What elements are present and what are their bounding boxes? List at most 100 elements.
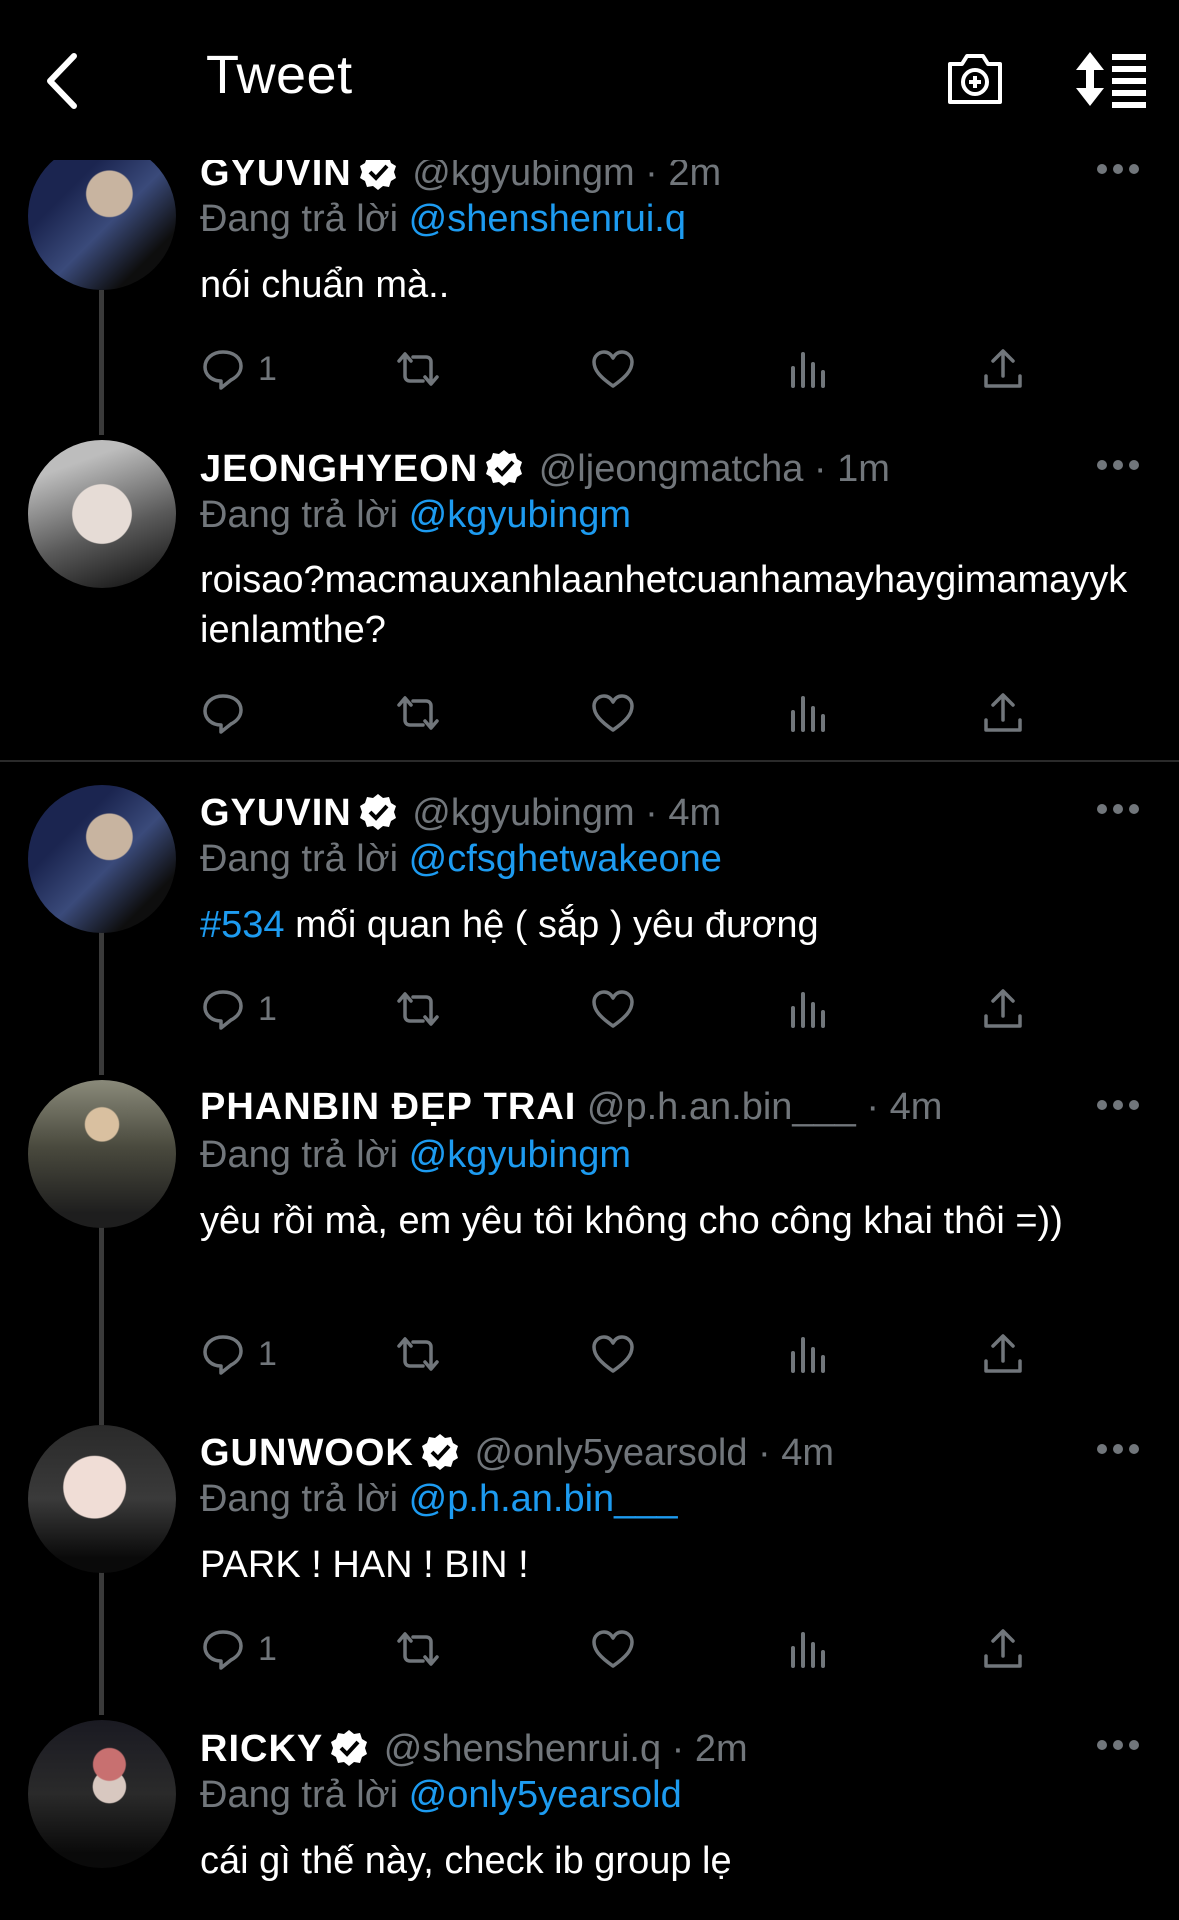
avatar[interactable]: [28, 1425, 176, 1573]
retweet-icon: [397, 1337, 439, 1371]
timestamp: 4m: [781, 1432, 835, 1474]
reply-count: 1: [258, 1629, 277, 1668]
retweet-icon: [397, 992, 439, 1026]
more-options-icon[interactable]: [1096, 1442, 1140, 1456]
tweet-actions: 1: [200, 1624, 1060, 1674]
tweet-actions: 1: [200, 984, 1060, 1034]
share-button[interactable]: [980, 984, 1026, 1034]
tweet-header: GUNWOOK @only5yearsold · 4m: [200, 1432, 835, 1474]
avatar[interactable]: [28, 1080, 176, 1228]
reply-mention-link[interactable]: @shenshenrui.q: [409, 198, 686, 240]
display-name[interactable]: GYUVIN: [200, 792, 352, 834]
retweet-button[interactable]: [395, 688, 441, 738]
retweet-button[interactable]: [395, 1624, 441, 1674]
reply-context: Đang trả lời @kgyubingm: [200, 494, 632, 536]
tweet-header: RICKY @shenshenrui.q · 2m: [200, 1728, 748, 1770]
reply-icon: [203, 990, 243, 1030]
thread-line: [99, 1570, 104, 1715]
timestamp: 1m: [837, 448, 890, 490]
tweet-actions: 1: [200, 1329, 1060, 1379]
avatar[interactable]: [28, 1720, 176, 1868]
share-button[interactable]: [980, 344, 1026, 394]
reply-button[interactable]: 1: [200, 1624, 277, 1674]
more-options-icon[interactable]: [1096, 458, 1140, 472]
back-arrow-icon[interactable]: [38, 46, 90, 116]
reply-button[interactable]: [200, 688, 258, 738]
share-button[interactable]: [980, 1624, 1026, 1674]
reply-button[interactable]: 1: [200, 984, 277, 1034]
share-button[interactable]: [980, 1329, 1026, 1379]
tweet-actions: [200, 688, 1060, 738]
reply-count: 1: [258, 989, 277, 1028]
like-button[interactable]: [590, 344, 636, 394]
share-button[interactable]: [980, 688, 1026, 738]
tweet-header: GYUVIN @kgyubingm · 4m: [200, 792, 722, 834]
analytics-icon: [791, 1337, 825, 1373]
more-options-icon[interactable]: [1096, 1098, 1140, 1112]
timestamp: 2m: [694, 1728, 748, 1770]
reply-mention-link[interactable]: @kgyubingm: [409, 494, 631, 536]
handle[interactable]: @kgyubingm: [412, 792, 634, 834]
thread-line: [99, 1225, 104, 1425]
display-name[interactable]: RICKY: [200, 1728, 323, 1770]
handle[interactable]: @p.h.an.bin___: [587, 1086, 856, 1128]
handle[interactable]: @shenshenrui.q: [384, 1728, 661, 1770]
analytics-icon: [791, 696, 825, 732]
heart-icon: [592, 990, 634, 1028]
tweet-text: cái gì thế này, check ib group lẹ: [200, 1840, 732, 1882]
sort-icon[interactable]: [1074, 50, 1146, 108]
heart-icon: [592, 694, 634, 732]
page-title: Tweet: [206, 45, 353, 105]
like-button[interactable]: [590, 984, 636, 1034]
avatar[interactable]: [28, 142, 176, 290]
avatar[interactable]: [28, 785, 176, 933]
reply-count: 1: [258, 1334, 277, 1373]
views-button[interactable]: [785, 1329, 831, 1379]
tweet-header: JEONGHYEON @ljeongmatcha · 1m: [200, 448, 890, 490]
retweet-button[interactable]: [395, 1329, 441, 1379]
share-icon: [984, 349, 1022, 388]
camera-plus-icon[interactable]: [944, 48, 1006, 110]
reply-button[interactable]: 1: [200, 1329, 277, 1379]
thread-line: [99, 290, 104, 435]
reply-mention-link[interactable]: @cfsghetwakeone: [409, 838, 722, 880]
analytics-icon: [791, 352, 825, 388]
views-button[interactable]: [785, 984, 831, 1034]
like-button[interactable]: [590, 1624, 636, 1674]
handle[interactable]: @only5yearsold: [474, 1432, 747, 1474]
analytics-icon: [791, 992, 825, 1028]
reply-mention-link[interactable]: @kgyubingm: [409, 1134, 631, 1176]
reply-mention-link[interactable]: @p.h.an.bin___: [409, 1478, 678, 1520]
verified-badge-icon: [329, 1728, 369, 1768]
views-button[interactable]: [785, 344, 831, 394]
retweet-button[interactable]: [395, 344, 441, 394]
reply-context: Đang trả lời @cfsghetwakeone: [200, 838, 722, 880]
reply-context: Đang trả lời @shenshenrui.q: [200, 198, 686, 240]
tweet-actions: 1: [200, 344, 1060, 394]
tweet-text: nói chuẩn mà..: [200, 264, 450, 306]
reply-mention-link[interactable]: @only5yearsold: [409, 1774, 682, 1816]
more-options-icon[interactable]: [1096, 162, 1140, 176]
avatar[interactable]: [28, 440, 176, 588]
tweet-text: #534 mối quan hệ ( sắp ) yêu đương: [200, 904, 819, 946]
display-name[interactable]: GUNWOOK: [200, 1432, 414, 1474]
hashtag-link[interactable]: #534: [200, 904, 285, 946]
top-bar: Tweet: [0, 0, 1179, 160]
display-name[interactable]: JEONGHYEON: [200, 448, 478, 490]
more-options-icon[interactable]: [1096, 1738, 1140, 1752]
reply-button[interactable]: 1: [200, 344, 277, 394]
timestamp: 4m: [668, 792, 722, 834]
thread-line: [99, 930, 104, 1075]
verified-badge-icon: [358, 792, 398, 832]
retweet-icon: [397, 1632, 439, 1666]
more-options-icon[interactable]: [1096, 802, 1140, 816]
retweet-button[interactable]: [395, 984, 441, 1034]
views-button[interactable]: [785, 1624, 831, 1674]
like-button[interactable]: [590, 1329, 636, 1379]
handle[interactable]: @ljeongmatcha: [539, 448, 804, 490]
like-button[interactable]: [590, 688, 636, 738]
display-name[interactable]: PHANBIN ĐẸP TRAI: [200, 1086, 576, 1128]
heart-icon: [592, 1335, 634, 1373]
thread-divider: [0, 760, 1179, 762]
views-button[interactable]: [785, 688, 831, 738]
